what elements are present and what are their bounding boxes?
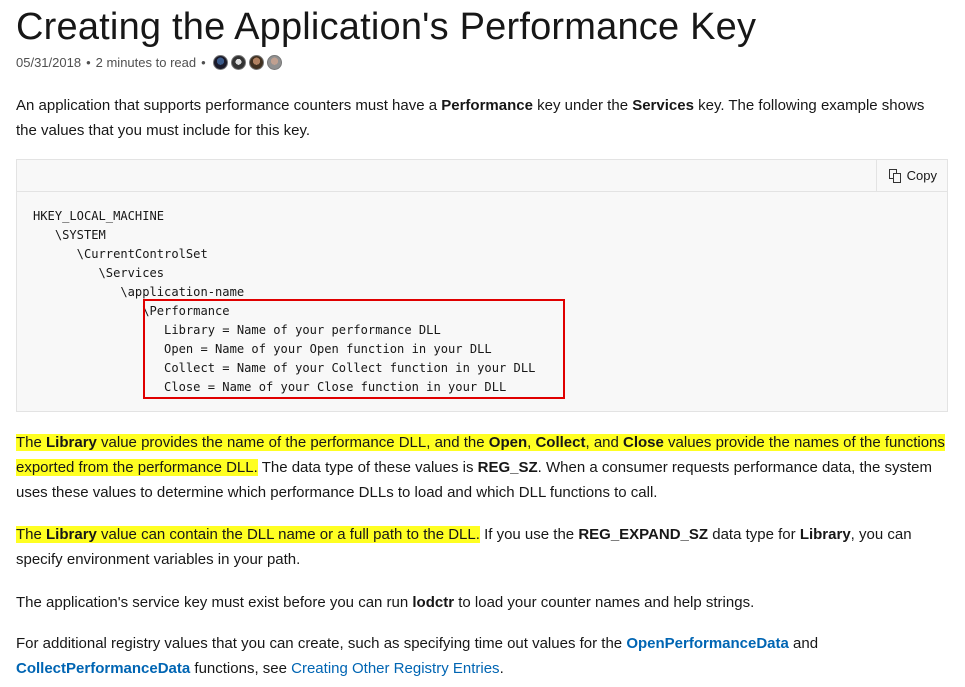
article-date: 05/31/2018 xyxy=(16,54,82,70)
code-line: \SYSTEM xyxy=(33,228,106,242)
reg-expand-sz-term: REG_EXPAND_SZ xyxy=(578,526,709,543)
open-term: Open xyxy=(488,434,528,451)
highlighted-text: The Library value can contain the DLL na… xyxy=(16,526,480,543)
library-term: Library xyxy=(799,526,851,543)
close-term: Close xyxy=(623,434,664,451)
intro-paragraph: An application that supports performance… xyxy=(16,93,946,143)
text: If you use the xyxy=(479,526,579,543)
text: . xyxy=(499,660,504,677)
text: For additional registry values that you … xyxy=(16,635,627,652)
text: The xyxy=(16,434,47,451)
contributors[interactable] xyxy=(212,54,282,70)
creating-other-registry-entries-link[interactable]: Creating Other Registry Entries xyxy=(291,660,499,677)
text: data type for xyxy=(708,526,800,543)
collect-term: Collect xyxy=(535,434,586,451)
article-metadata: 05/31/2018 • 2 minutes to read • xyxy=(16,52,282,72)
copy-button[interactable]: Copy xyxy=(875,160,947,191)
page-title: Creating the Application's Performance K… xyxy=(16,6,757,48)
lodctr-term: lodctr xyxy=(412,594,455,611)
text: functions, see xyxy=(190,660,292,677)
code-block: Copy HKEY_LOCAL_MACHINE \SYSTEM \Current… xyxy=(16,159,948,412)
copy-icon xyxy=(888,168,902,183)
library-term: Library xyxy=(46,434,97,451)
code-line: HKEY_LOCAL_MACHINE xyxy=(33,209,165,223)
open-performance-data-link[interactable]: OpenPerformanceData xyxy=(626,635,789,652)
code-line: \Services xyxy=(33,266,165,280)
library-term: Library xyxy=(46,526,97,543)
text: and xyxy=(788,635,819,652)
text: The data type of these values is xyxy=(257,459,478,476)
text: value provides the name of the performan… xyxy=(96,434,489,451)
text: The application's service key must exist… xyxy=(16,594,413,611)
read-time: 2 minutes to read xyxy=(95,54,197,70)
reg-sz-term: REG_SZ xyxy=(477,459,538,476)
services-term: Services xyxy=(632,97,694,114)
contributor-avatar[interactable] xyxy=(266,54,282,70)
meta-separator: • xyxy=(86,54,91,70)
contributor-avatar[interactable] xyxy=(230,54,246,70)
code-line: \application-name xyxy=(33,285,245,299)
text: The xyxy=(16,526,47,543)
code-header: Copy xyxy=(17,160,947,192)
meta-separator: • xyxy=(201,54,206,70)
library-paragraph: The Library value provides the name of t… xyxy=(16,430,946,505)
annotation-box xyxy=(143,299,565,399)
copy-label: Copy xyxy=(906,168,937,183)
contributor-avatar[interactable] xyxy=(248,54,264,70)
text: An application that supports performance… xyxy=(16,97,442,114)
library-path-paragraph: The Library value can contain the DLL na… xyxy=(16,522,946,572)
collect-performance-data-link[interactable]: CollectPerformanceData xyxy=(16,660,190,677)
text: , and xyxy=(585,434,624,451)
text: to load your counter names and help stri… xyxy=(454,594,755,611)
performance-term: Performance xyxy=(441,97,533,114)
text: key under the xyxy=(532,97,633,114)
service-key-paragraph: The application's service key must exist… xyxy=(16,590,946,615)
text: value can contain the DLL name or a full… xyxy=(96,526,480,543)
code-line: \CurrentControlSet xyxy=(33,247,208,261)
contributor-avatar[interactable] xyxy=(212,54,228,70)
additional-values-paragraph: For additional registry values that you … xyxy=(16,631,946,681)
